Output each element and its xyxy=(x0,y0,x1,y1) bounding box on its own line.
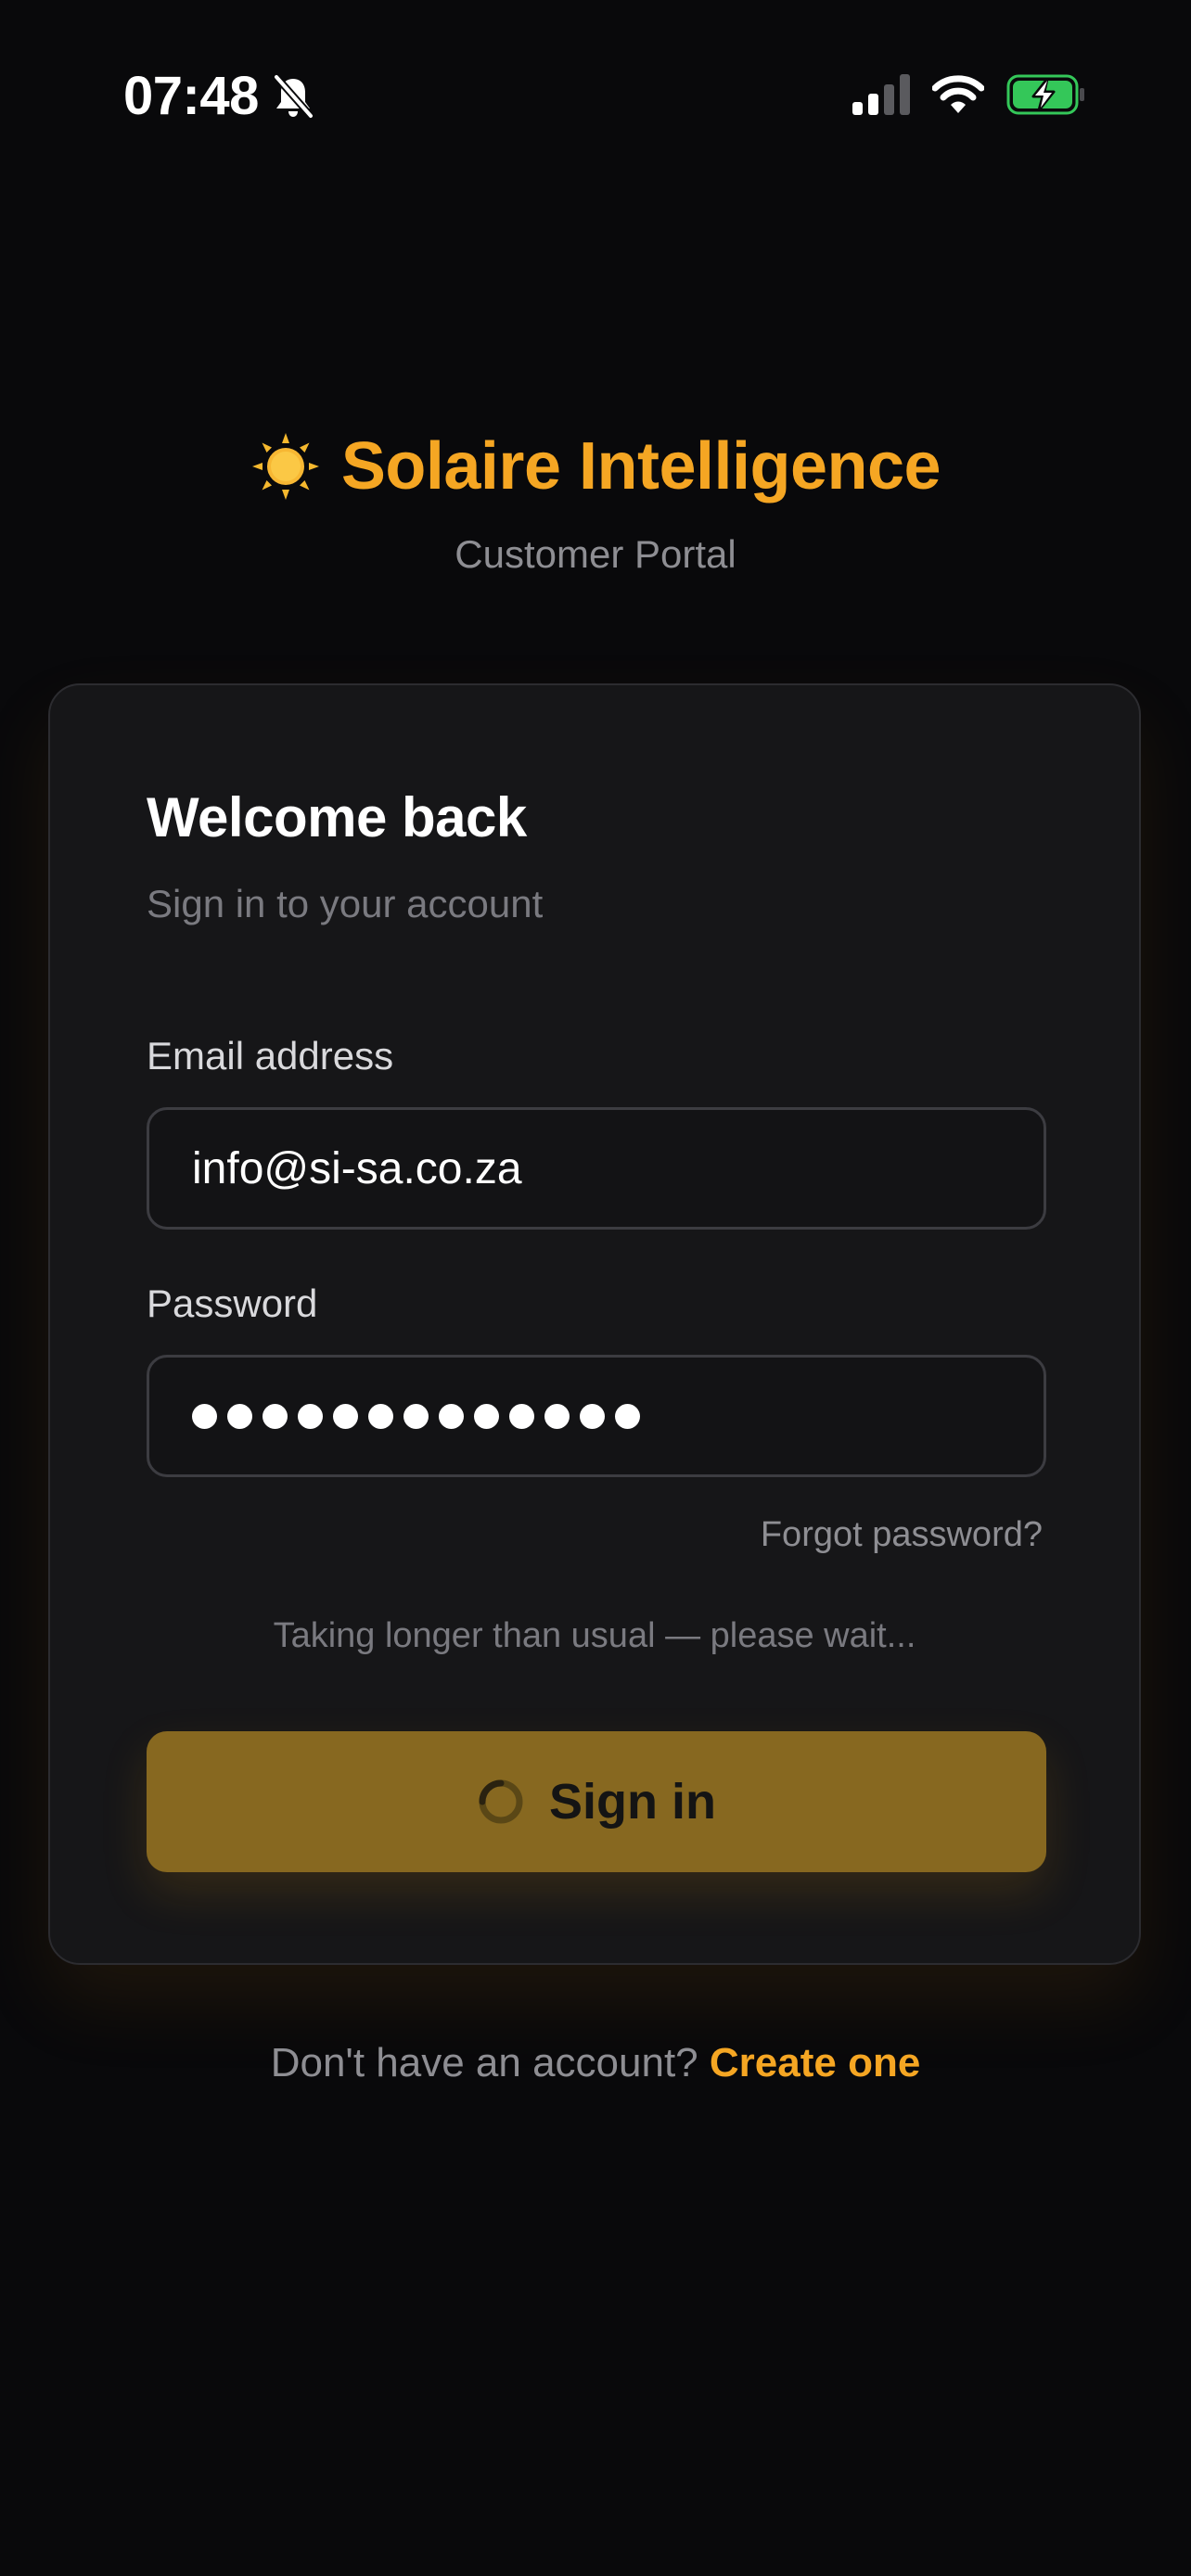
password-dot xyxy=(474,1403,499,1429)
login-card: Welcome back Sign in to your account Ema… xyxy=(48,683,1141,1965)
card-title: Welcome back xyxy=(147,786,527,848)
sign-in-button[interactable]: Sign in xyxy=(147,1731,1046,1872)
password-dot xyxy=(403,1403,429,1429)
password-field[interactable] xyxy=(147,1355,1046,1477)
bell-slash-icon xyxy=(272,72,314,120)
password-dot xyxy=(580,1403,605,1429)
password-mask xyxy=(192,1403,650,1429)
battery-charging-icon xyxy=(1006,74,1084,115)
signup-prompt-text: Don't have an account? xyxy=(270,2040,710,2085)
wifi-icon xyxy=(932,75,984,113)
password-dot xyxy=(439,1403,464,1429)
card-subtitle: Sign in to your account xyxy=(147,882,544,925)
password-dot xyxy=(509,1403,534,1429)
sign-in-label: Sign in xyxy=(549,1774,716,1830)
password-dot xyxy=(333,1403,358,1429)
signal-icon xyxy=(852,74,910,115)
brand-name: Solaire Intelligence xyxy=(340,429,941,504)
password-dot xyxy=(368,1403,393,1429)
brand-header: Solaire Intelligence xyxy=(0,428,1191,504)
email-label: Email address xyxy=(147,1034,394,1078)
sun-icon xyxy=(251,433,319,500)
status-time-group: 07:48 xyxy=(123,65,314,127)
password-dot xyxy=(227,1403,252,1429)
password-label: Password xyxy=(147,1282,318,1325)
email-value: info@si-sa.co.za xyxy=(192,1143,522,1193)
signup-prompt: Don't have an account? Create one xyxy=(0,2040,1191,2086)
password-dot xyxy=(298,1403,323,1429)
status-icons xyxy=(852,74,1086,115)
forgot-password-link[interactable]: Forgot password? xyxy=(761,1515,1043,1555)
email-field[interactable]: info@si-sa.co.za xyxy=(147,1107,1046,1230)
password-dot xyxy=(615,1403,640,1429)
password-dot xyxy=(263,1403,288,1429)
spinner-icon xyxy=(479,1779,523,1824)
brand-tagline: Customer Portal xyxy=(455,532,736,576)
password-dot xyxy=(544,1403,570,1429)
status-time: 07:48 xyxy=(123,66,259,126)
status-bar: 07:48 xyxy=(0,0,1191,195)
password-dot xyxy=(192,1403,217,1429)
wait-message: Taking longer than usual — please wait..… xyxy=(273,1616,916,1655)
create-account-link[interactable]: Create one xyxy=(710,2040,920,2085)
login-screen: 07:48 Solaire Intelligence Customer Port… xyxy=(0,0,1191,2576)
